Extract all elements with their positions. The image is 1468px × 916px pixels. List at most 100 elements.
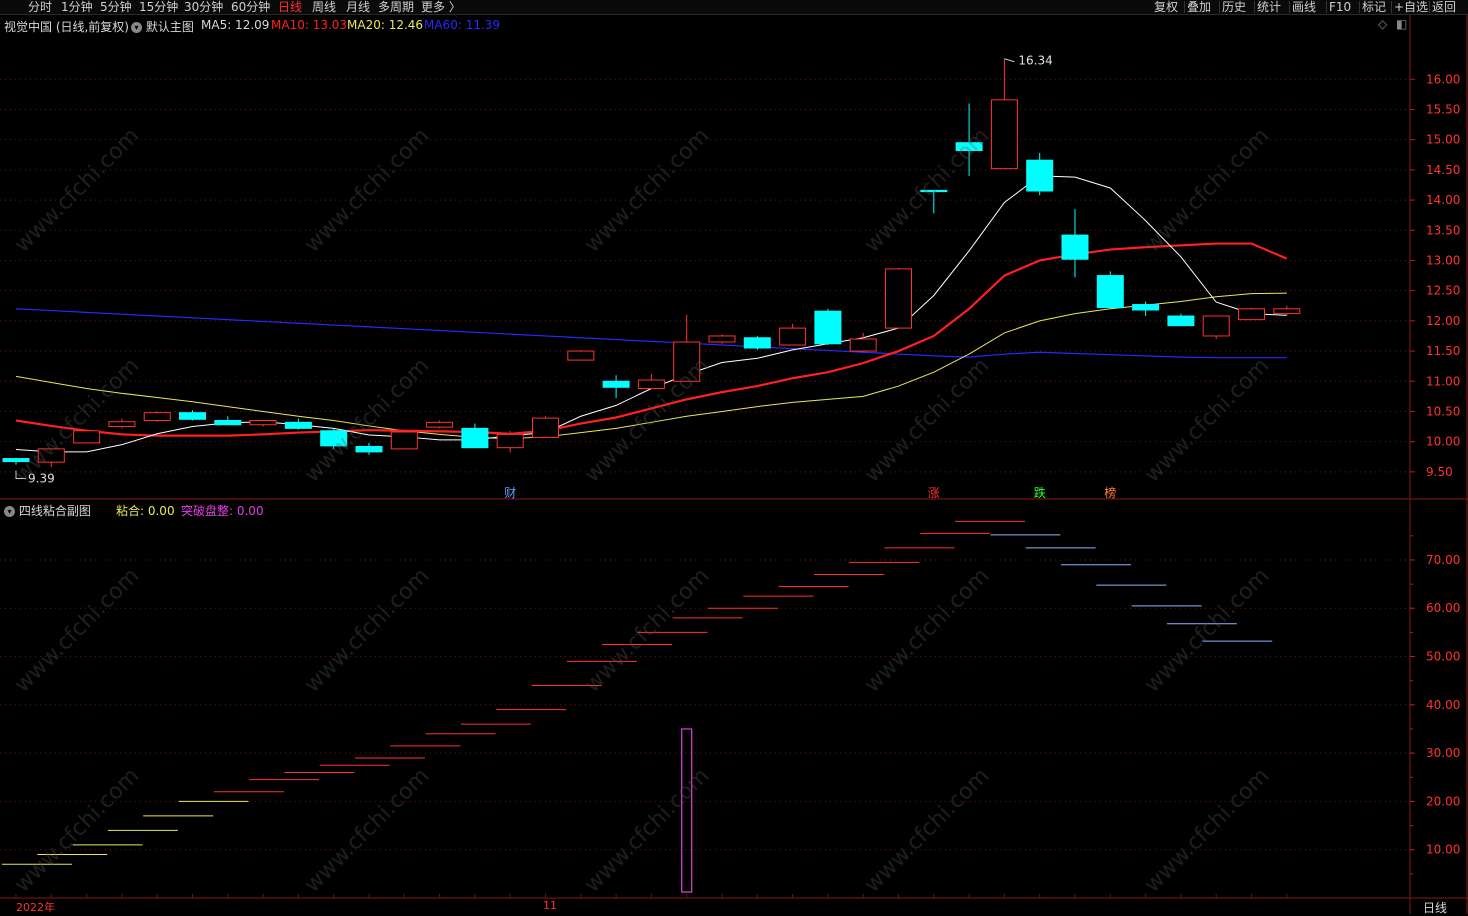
template-dropdown[interactable]: ▾ 默认主图 [131, 18, 194, 35]
sub-y-tick-label: 10.00 [1426, 843, 1460, 857]
template-label: 默认主图 [145, 20, 194, 34]
candle-body [990, 99, 1018, 170]
period-tab-2[interactable]: 5分钟 [100, 0, 132, 14]
watermark: www.cfchi.com [860, 763, 995, 898]
candle-body [849, 338, 877, 352]
y-tick-label: 15.00 [1426, 133, 1460, 147]
toolbar-separator [1429, 1, 1430, 13]
candle-body [390, 431, 418, 450]
toolbar-separator [1184, 1, 1185, 13]
ma5-value: MA5: 12.09 [201, 18, 270, 32]
tool-button-7[interactable]: +自选 [1394, 0, 1428, 14]
period-tab-4[interactable]: 30分钟 [184, 0, 223, 14]
y-tick-label: 11.00 [1426, 374, 1460, 388]
tool-button-8[interactable]: 返回 [1432, 0, 1456, 14]
y-tick-label: 16.00 [1426, 72, 1460, 86]
y-tick-label: 14.00 [1426, 193, 1460, 207]
ma10-value: MA10: 13.03 [271, 18, 348, 32]
period-tab-6[interactable]: 日线 [278, 0, 302, 14]
y-tick-label: 13.00 [1426, 253, 1460, 267]
period-tab-3[interactable]: 15分钟 [139, 0, 178, 14]
period-tab-1[interactable]: 1分钟 [61, 0, 93, 14]
candle-body [1167, 315, 1195, 327]
tool-button-6[interactable]: 标记 [1362, 0, 1386, 14]
watermark: www.cfchi.com [10, 563, 145, 698]
watermark: www.cfchi.com [860, 563, 995, 698]
sub-indicator-dropdown[interactable]: ▾ 四线粘合副图 [4, 502, 91, 519]
watermark: www.cfchi.com [580, 123, 715, 258]
sub-title: 四线粘合副图 [18, 504, 91, 518]
event-marker-0: 财 [504, 486, 516, 500]
diamond-icon[interactable]: ◇ [1378, 17, 1387, 31]
period-tab-5[interactable]: 60分钟 [231, 0, 270, 14]
candle-body [814, 310, 842, 345]
candle-body [1238, 308, 1265, 321]
candle-body [779, 327, 807, 346]
window-toggle-icon[interactable]: ◧ [1396, 17, 1407, 31]
candle-body [602, 380, 630, 388]
event-marker-1: 涨 [928, 485, 940, 500]
high-pointer [1004, 58, 1015, 63]
event-marker-3: 榜 [1104, 485, 1116, 500]
candle-body [1273, 308, 1301, 315]
watermark: www.cfchi.com [580, 353, 715, 488]
candle-body [355, 445, 383, 453]
chevron-down-icon: ▾ [131, 22, 142, 33]
period-tab-10[interactable]: 更多 〉 [421, 0, 461, 14]
stock-label[interactable]: 视觉中国 (日线,前复权) [4, 18, 129, 35]
watermark: www.cfchi.com [1140, 123, 1275, 258]
candle-body [708, 335, 736, 343]
event-marker-2: 跌 [1034, 485, 1046, 500]
sub-y-tick-label: 40.00 [1426, 698, 1460, 712]
candle-body [179, 412, 206, 420]
sub-y-tick-label: 60.00 [1426, 601, 1460, 615]
tool-button-3[interactable]: 统计 [1257, 0, 1281, 14]
sub-y-tick-label: 20.00 [1426, 794, 1460, 808]
watermark: www.cfchi.com [580, 563, 715, 698]
toolbar-separator [1391, 1, 1392, 13]
tool-button-4[interactable]: 画线 [1292, 0, 1316, 14]
candle-body [885, 268, 912, 329]
watermark: www.cfchi.com [300, 563, 435, 698]
watermark: www.cfchi.com [1140, 763, 1275, 898]
period-tab-0[interactable]: 分时 [28, 0, 52, 14]
period-tab-8[interactable]: 月线 [346, 0, 370, 14]
candle-body [143, 412, 171, 422]
toolbar-separator [1359, 1, 1360, 13]
y-tick-label: 11.50 [1426, 344, 1460, 358]
year-label: 2022年 [16, 901, 55, 914]
watermark: www.cfchi.com [860, 353, 995, 488]
candle-body [461, 427, 489, 449]
toolbar-separator [1289, 1, 1290, 13]
period-label: 日线 [1423, 901, 1448, 915]
y-tick-label: 14.50 [1426, 163, 1460, 177]
period-tab-9[interactable]: 多周期 [378, 0, 414, 14]
high-label: 16.34 [1018, 54, 1052, 68]
candle-body [108, 421, 136, 428]
sub-y-tick-label: 30.00 [1426, 746, 1460, 760]
candle-body [496, 433, 524, 449]
candle-body [1096, 275, 1124, 309]
month-label: 11 [543, 899, 557, 912]
tool-button-2[interactable]: 历史 [1222, 0, 1246, 14]
watermark: www.cfchi.com [10, 123, 145, 258]
period-tab-7[interactable]: 周线 [312, 0, 336, 14]
watermark: www.cfchi.com [10, 353, 145, 488]
tool-button-0[interactable]: 复权 [1154, 0, 1178, 14]
tool-button-1[interactable]: 叠加 [1187, 0, 1211, 14]
tupo-value: 突破盘整: 0.00 [181, 504, 264, 518]
watermark: www.cfchi.com [300, 763, 435, 898]
y-tick-label: 9.50 [1426, 465, 1453, 479]
candle-body [637, 379, 665, 389]
candle-body [743, 337, 771, 349]
watermark: www.cfchi.com [1140, 563, 1275, 698]
watermark: www.cfchi.com [580, 763, 715, 898]
tool-button-5[interactable]: F10 [1329, 0, 1351, 14]
nianhe-value: 粘合: 0.00 [116, 504, 175, 518]
toolbar-separator [1254, 1, 1255, 13]
ma60-line [15, 308, 1287, 359]
candle-body [1061, 234, 1089, 260]
sub-y-tick-label: 50.00 [1426, 650, 1460, 664]
candle-body [567, 350, 595, 361]
candle-body [1202, 315, 1230, 337]
